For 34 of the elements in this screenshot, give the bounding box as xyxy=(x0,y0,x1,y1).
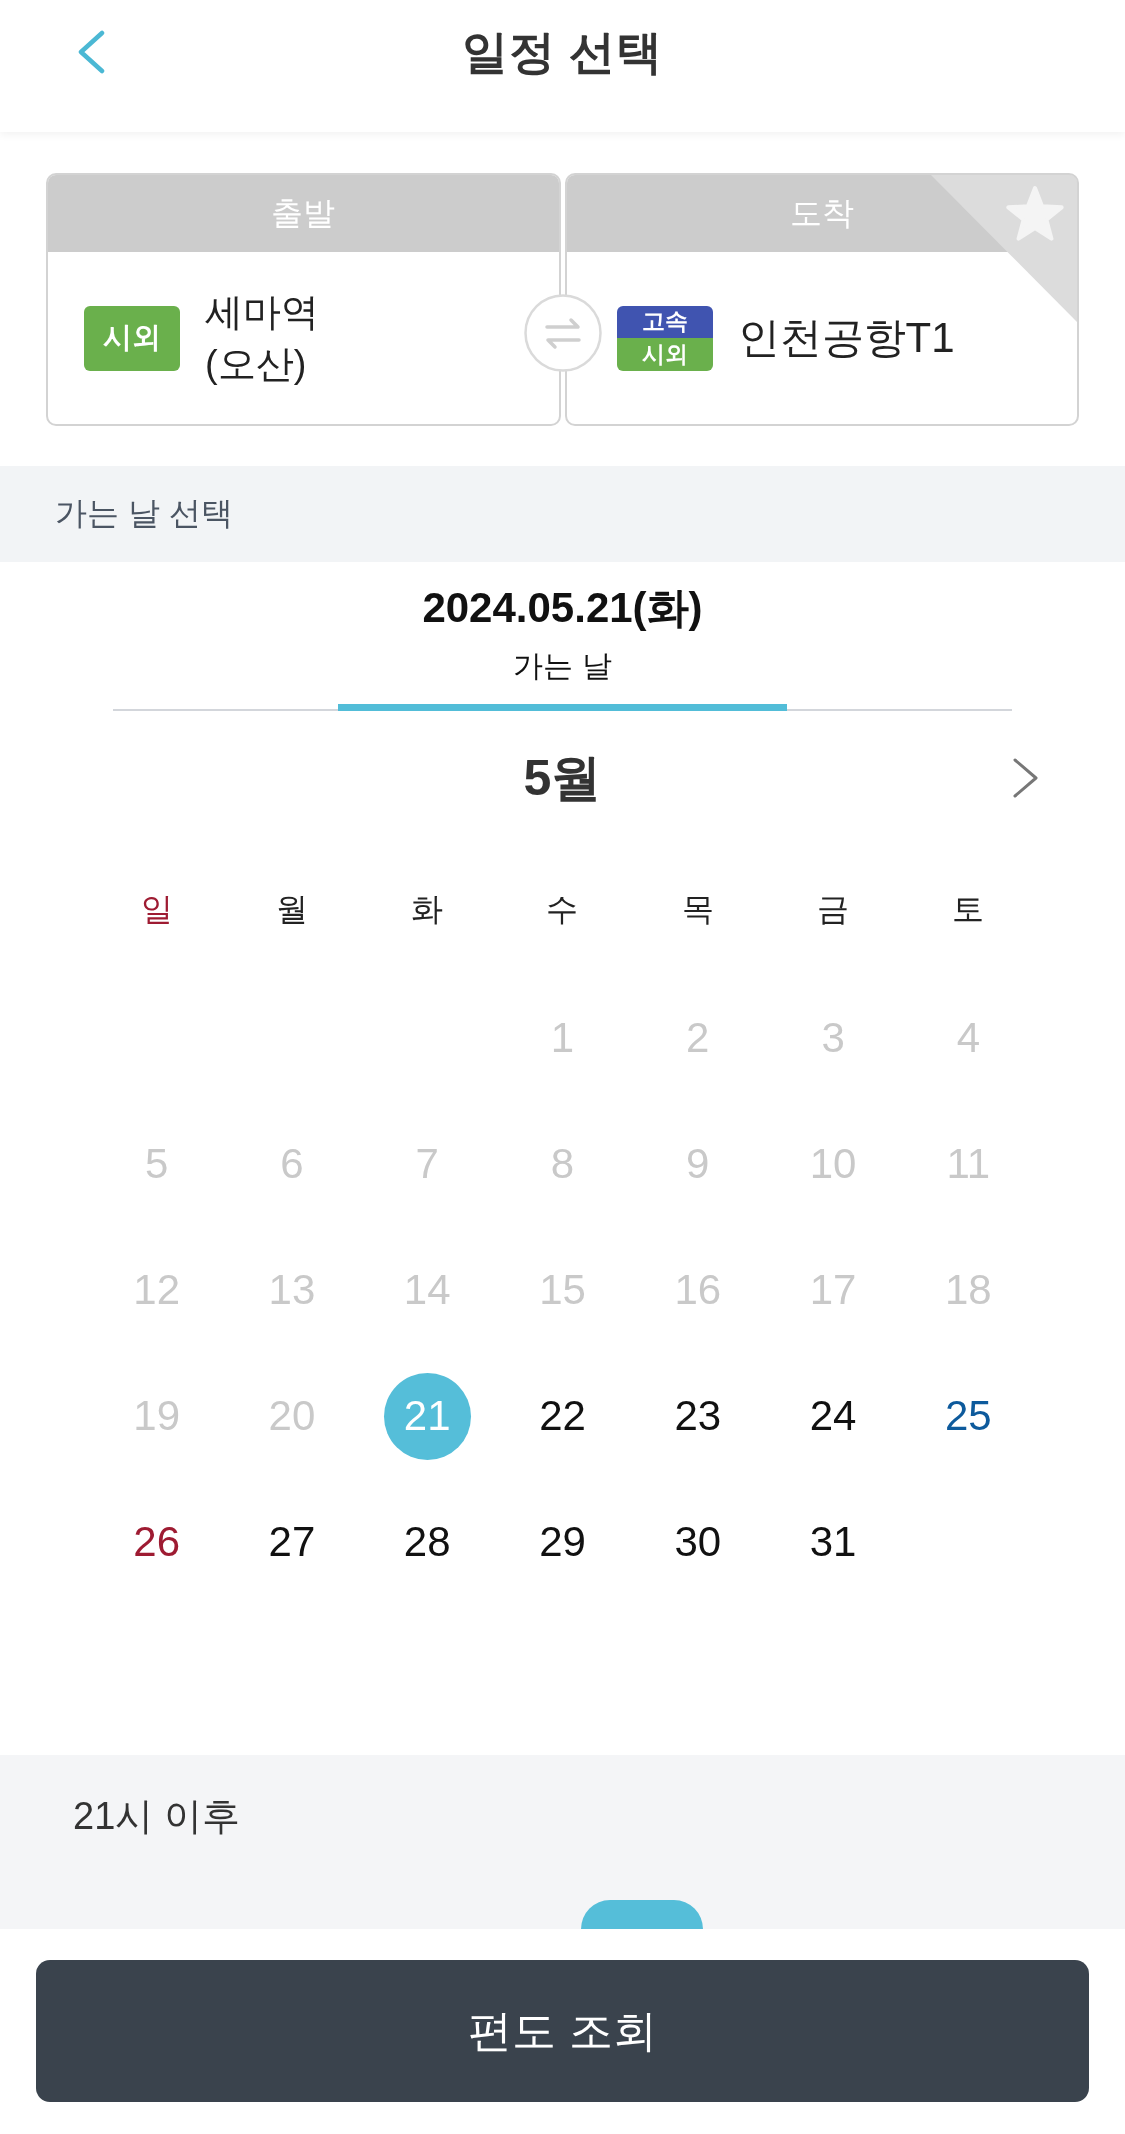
calendar-day[interactable]: 30 xyxy=(674,1517,722,1567)
page-title: 일정 선택 xyxy=(461,25,664,80)
weekday-label: 토 xyxy=(952,890,985,929)
date-tab[interactable]: 2024.05.21(화) 가는 날 xyxy=(338,562,787,711)
weekday-label: 일 xyxy=(140,890,173,929)
swap-icon[interactable] xyxy=(524,294,602,372)
calendar-day[interactable]: 31 xyxy=(809,1517,857,1567)
calendar-day[interactable]: 21 xyxy=(383,1372,471,1460)
time-chip[interactable] xyxy=(581,1900,703,1929)
calendar-day[interactable]: 25 xyxy=(945,1391,992,1441)
calendar-day[interactable]: 29 xyxy=(539,1517,586,1567)
chevron-right-icon[interactable] xyxy=(1012,758,1040,798)
route-type-badge: 시외 xyxy=(84,305,180,371)
calendar-day[interactable]: 27 xyxy=(268,1517,316,1567)
route-type-badge: 시외 xyxy=(616,338,713,371)
station-name: 인천공항T1 xyxy=(737,313,955,363)
time-section-title: 21시 이후 xyxy=(73,1794,240,1839)
section-header: 가는 날 선택 xyxy=(0,466,1125,562)
star-icon[interactable] xyxy=(931,175,1077,322)
weekday-label: 월 xyxy=(275,890,308,929)
weekday-label: 화 xyxy=(411,890,444,929)
calendar-day[interactable]: 28 xyxy=(403,1517,451,1567)
station-name: 세마역 (오산) xyxy=(205,290,320,387)
search-button[interactable]: 편도 조회 xyxy=(36,1960,1089,2102)
calendar-day[interactable]: 26 xyxy=(133,1517,180,1567)
back-icon[interactable] xyxy=(76,30,106,74)
calendar-day[interactable]: 23 xyxy=(674,1391,722,1441)
route-type-badge: 고속 xyxy=(616,305,713,338)
calendar-day[interactable]: 24 xyxy=(809,1391,857,1441)
month-title: 5월 xyxy=(523,748,602,808)
calendar-day[interactable]: 22 xyxy=(539,1391,586,1441)
weekday-label: 수 xyxy=(546,890,579,929)
weekday-label: 금 xyxy=(817,890,850,929)
weekday-label: 목 xyxy=(681,890,714,929)
